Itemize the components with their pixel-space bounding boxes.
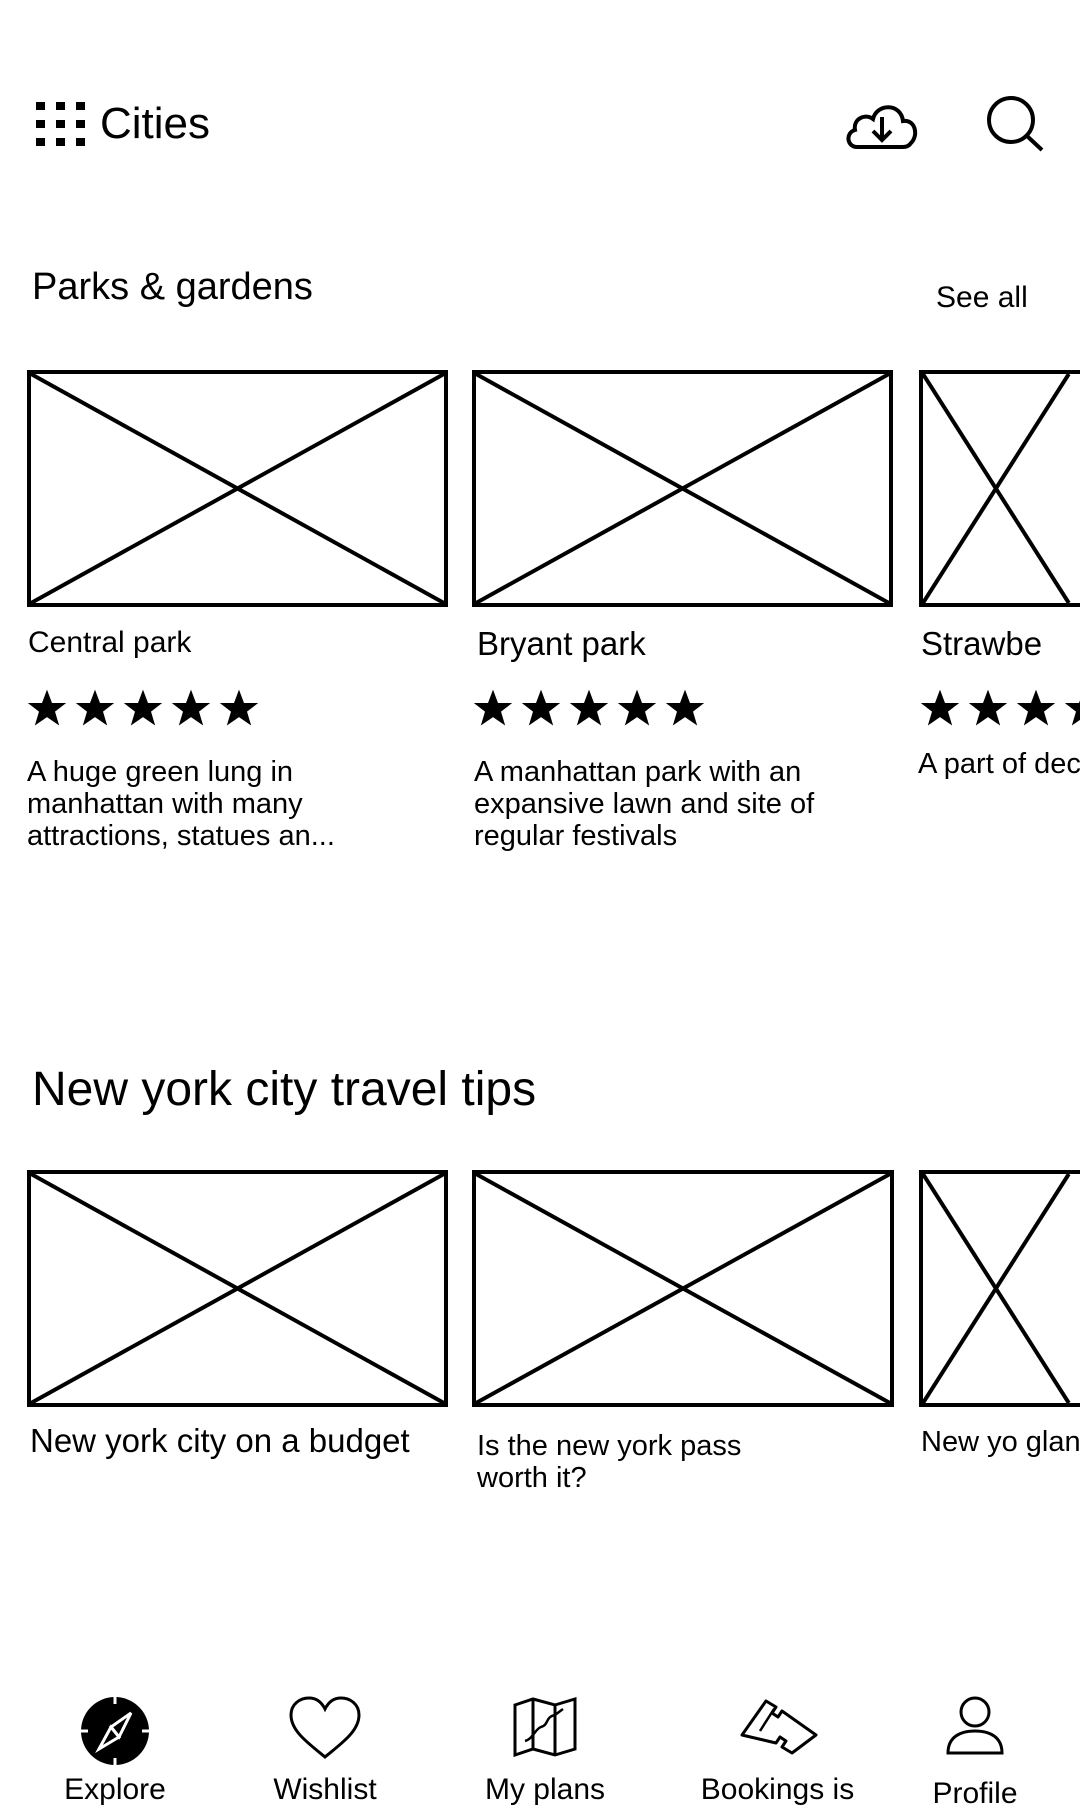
star-icon — [617, 689, 657, 726]
star-icon — [1016, 689, 1056, 726]
park-description: A manhattan park with an expansive lawn … — [474, 756, 815, 852]
tip-title: Is the new york pass worth it? — [477, 1430, 742, 1494]
park-description: A part of dec — [918, 748, 1080, 780]
search-icon[interactable] — [984, 95, 1046, 153]
star-icon — [920, 689, 960, 726]
image-placeholder — [919, 370, 1080, 607]
heart-icon — [288, 1695, 362, 1766]
park-name: Strawbe — [921, 625, 1043, 662]
nav-profile[interactable]: Profile — [900, 1695, 1050, 1810]
map-icon — [511, 1695, 579, 1762]
star-icon — [569, 689, 609, 726]
nav-explore[interactable]: Explore — [40, 1695, 190, 1806]
nav-label: Wishlist — [273, 1773, 377, 1806]
image-placeholder — [472, 370, 893, 607]
star-rating — [473, 688, 705, 728]
grid-dots-icon[interactable] — [36, 102, 96, 150]
star-icon — [1064, 700, 1080, 726]
park-name: Bryant park — [477, 625, 646, 662]
nav-label: Bookings is — [700, 1773, 855, 1806]
star-icon — [968, 689, 1008, 726]
nav-label: My plans — [484, 1773, 606, 1806]
tip-title: New york city on a budget — [30, 1422, 410, 1459]
star-rating — [920, 688, 1080, 728]
page-title: Cities — [100, 99, 211, 148]
section-title: New york city travel tips — [32, 1063, 537, 1116]
cloud-download-icon[interactable] — [843, 95, 921, 153]
park-name: Central park — [28, 626, 192, 659]
image-placeholder — [27, 370, 448, 607]
star-icon — [27, 689, 67, 726]
image-placeholder — [919, 1170, 1080, 1407]
person-icon — [944, 1695, 1006, 1762]
nav-bookings[interactable]: Bookings is — [690, 1695, 865, 1806]
star-rating — [27, 688, 259, 728]
nav-wishlist[interactable]: Wishlist — [250, 1695, 400, 1806]
star-icon — [75, 689, 115, 726]
image-placeholder — [472, 1170, 894, 1407]
star-icon — [473, 689, 513, 726]
star-icon — [123, 689, 163, 726]
star-icon — [521, 689, 561, 726]
image-placeholder — [27, 1170, 448, 1407]
star-icon — [665, 689, 705, 726]
star-icon — [219, 689, 259, 726]
nav-my-plans[interactable]: My plans — [470, 1695, 620, 1806]
nav-label: Explore — [64, 1773, 166, 1806]
tip-title: New yo glan — [921, 1426, 1080, 1458]
section-title: Parks & gardens — [32, 266, 313, 308]
nav-label: Profile — [932, 1777, 1018, 1810]
park-description: A huge green lung in manhattan with many… — [27, 756, 335, 852]
ticket-icon — [736, 1695, 820, 1762]
compass-icon — [79, 1695, 151, 1772]
star-icon — [171, 689, 211, 726]
see-all-link[interactable]: See all — [936, 280, 1028, 316]
